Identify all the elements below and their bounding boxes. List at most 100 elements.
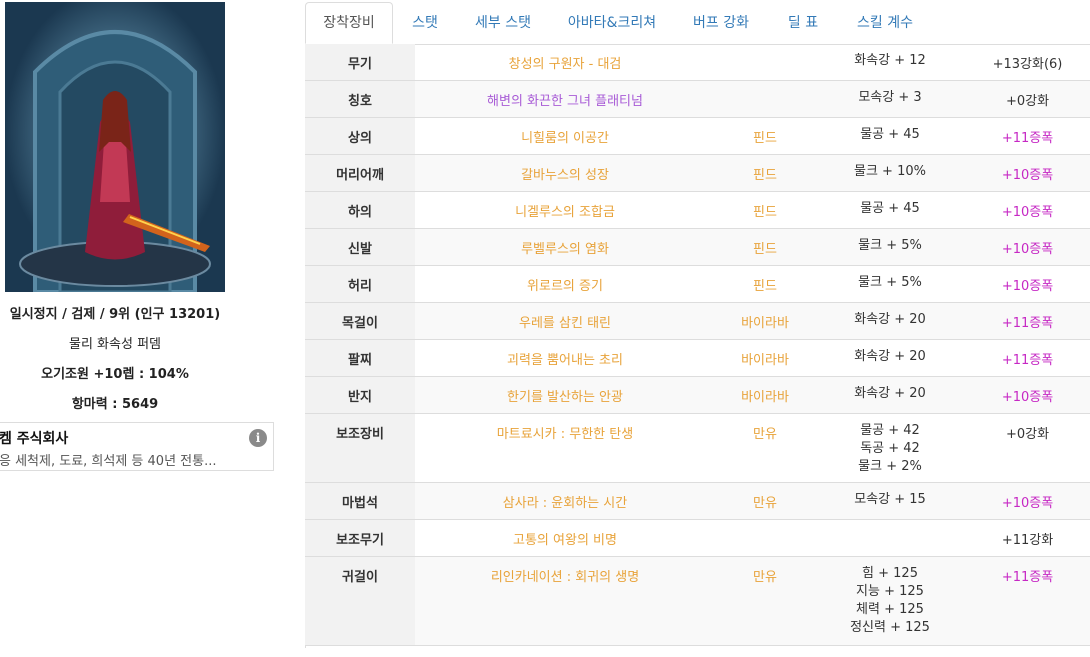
ad-title[interactable]: 켐 주식회사 xyxy=(0,428,68,448)
item-stats: 물공 + 45 xyxy=(815,126,965,144)
slot-label: 상의 xyxy=(348,131,372,146)
item-upgrade: +11증폭 xyxy=(1001,131,1054,146)
slot-label: 팔찌 xyxy=(348,353,372,368)
item-grade: 바이라바 xyxy=(741,390,789,405)
stat-line: 물공 + 42 xyxy=(860,423,920,438)
table-row: 보조무기 고통의 여왕의 비명 +11강화 xyxy=(305,520,1090,557)
stat-line: 독공 + 42 xyxy=(860,441,920,456)
stat-line: 물공 + 45 xyxy=(860,201,920,216)
tab-detail-stats[interactable]: 세부 스탯 xyxy=(467,2,539,44)
item-stats: 물크 + 5% xyxy=(815,274,965,292)
slot-label: 머리어깨 xyxy=(336,168,384,183)
item-grade: 만유 xyxy=(753,496,777,511)
item-name[interactable]: 우레를 삼킨 태린 xyxy=(415,312,715,331)
item-grade: 만유 xyxy=(753,570,777,585)
item-name[interactable]: 한기를 발산하는 안광 xyxy=(415,386,715,405)
table-row: 귀걸이 리인카네이션 : 회귀의 생명 만유 힘 + 125 지능 + 125 체력 + … xyxy=(305,557,1090,646)
equipment-slot: 보조무기 xyxy=(305,520,415,556)
item-name[interactable]: 갈바누스의 성장 xyxy=(415,164,715,183)
slot-label: 마법석 xyxy=(342,496,378,511)
stat-line: 물크 + 5% xyxy=(858,275,922,290)
tab-buff-enhance[interactable]: 버프 강화 xyxy=(685,2,757,44)
equipment-slot: 목걸이 xyxy=(305,303,415,339)
equipment-slot: 귀걸이 xyxy=(305,557,415,645)
item-name[interactable]: 고통의 여왕의 비명 xyxy=(415,529,715,548)
slot-label: 반지 xyxy=(348,390,372,405)
item-upgrade: +10증폭 xyxy=(1001,279,1054,294)
slot-label: 허리 xyxy=(348,279,372,294)
item-name[interactable]: 창성의 구원자 - 대검 xyxy=(415,53,715,72)
item-stats: 화속강 + 20 xyxy=(815,311,965,329)
table-row: 팔찌 괴력을 뿜어내는 초리 바이라바 화속강 + 20 +11증폭 xyxy=(305,340,1090,377)
tab-equipment[interactable]: 장착장비 xyxy=(305,2,393,44)
character-illustration xyxy=(5,2,225,292)
stat-line: 화속강 + 12 xyxy=(854,53,926,68)
equipment-slot: 보조장비 xyxy=(305,414,415,482)
item-name[interactable]: 니겔루스의 조합금 xyxy=(415,201,715,220)
table-row: 보조장비 마트료시카 : 무한한 탄생 만유 물공 + 42 독공 + 42 물크 + 2… xyxy=(305,414,1090,483)
item-grade: 핀드 xyxy=(753,279,777,294)
table-row: 하의 니겔루스의 조합금 핀드 물공 + 45 +10증폭 xyxy=(305,192,1090,229)
character-element: 물리 화속성 퍼뎀 xyxy=(69,337,161,352)
item-name[interactable]: 니힐룸의 이공간 xyxy=(415,127,715,146)
stat-line: 물크 + 10% xyxy=(854,164,926,179)
table-row: 반지 한기를 발산하는 안광 바이라바 화속강 + 20 +10증폭 xyxy=(305,377,1090,414)
equipment-slot: 신발 xyxy=(305,229,415,265)
equipment-slot: 반지 xyxy=(305,377,415,413)
slot-label: 하의 xyxy=(348,205,372,220)
table-row: 허리 위로르의 증기 핀드 물크 + 5% +10증폭 xyxy=(305,266,1090,303)
item-stats: 물크 + 10% xyxy=(815,163,965,181)
stat-line: 화속강 + 20 xyxy=(854,312,926,327)
ad-description[interactable]: 응 세척제, 도료, 희석제 등 40년 전통... xyxy=(0,450,216,469)
item-grade: 만유 xyxy=(753,427,777,442)
item-upgrade: +10증폭 xyxy=(1001,242,1054,257)
item-stats: 물공 + 42 독공 + 42 물크 + 2% xyxy=(815,422,965,476)
table-row: 신발 루벨루스의 염화 핀드 물크 + 5% +10증폭 xyxy=(305,229,1090,266)
equipment-slot: 하의 xyxy=(305,192,415,228)
item-name[interactable]: 삼사라 : 윤회하는 시간 xyxy=(415,492,715,511)
item-upgrade: +0강화 xyxy=(1005,94,1050,109)
character-portrait xyxy=(5,2,225,292)
tab-stats[interactable]: 스탯 xyxy=(401,2,449,44)
item-upgrade: +13강화(6) xyxy=(992,57,1063,72)
table-row: 무기 창성의 구원자 - 대검 화속강 + 12 +13강화(6) xyxy=(305,44,1090,81)
slot-label: 보조무기 xyxy=(336,533,384,548)
item-name[interactable]: 해변의 화끈한 그녀 플래티넘 xyxy=(415,90,715,109)
item-upgrade: +0강화 xyxy=(1005,427,1050,442)
item-name[interactable]: 마트료시카 : 무한한 탄생 xyxy=(415,423,715,442)
stat-line: 화속강 + 20 xyxy=(854,386,926,401)
item-grade: 바이라바 xyxy=(741,353,789,368)
stat-line: 체력 + 125 xyxy=(856,602,924,617)
equipment-slot: 머리어깨 xyxy=(305,155,415,191)
stat-line: 화속강 + 20 xyxy=(854,349,926,364)
tab-avatar-creature[interactable]: 아바타&크리쳐 xyxy=(557,2,667,44)
item-grade: 핀드 xyxy=(753,168,777,183)
ad-banner[interactable]: 켐 주식회사 응 세척제, 도료, 희석제 등 40년 전통... i xyxy=(0,422,274,471)
table-row: 상의 니힐룸의 이공간 핀드 물공 + 45 +11증폭 xyxy=(305,118,1090,155)
item-name[interactable]: 루벨루스의 염화 xyxy=(415,238,715,257)
slot-label: 귀걸이 xyxy=(342,570,378,585)
item-stats: 화속강 + 20 xyxy=(815,385,965,403)
item-upgrade: +10증폭 xyxy=(1001,496,1054,511)
equipment-table: 무기 창성의 구원자 - 대검 화속강 + 12 +13강화(6) 칭호 해변의 화끈한 … xyxy=(305,44,1090,646)
stat-line: 힘 + 125 xyxy=(862,566,918,581)
info-icon[interactable]: i xyxy=(249,429,267,447)
item-grade: 핀드 xyxy=(753,205,777,220)
character-resist: 항마력 : 5649 xyxy=(71,397,159,412)
stat-line: 물공 + 45 xyxy=(860,127,920,142)
item-upgrade: +11강화 xyxy=(1001,533,1054,548)
item-name[interactable]: 위로르의 증기 xyxy=(415,275,715,294)
item-stats: 모속강 + 3 xyxy=(815,89,965,107)
item-grade: 핀드 xyxy=(753,131,777,146)
item-name[interactable]: 괴력을 뿜어내는 초리 xyxy=(415,349,715,368)
item-upgrade: +10증폭 xyxy=(1001,390,1054,405)
character-buff: 오기조원 +10렙 : 104% xyxy=(41,367,189,382)
item-grade: 핀드 xyxy=(753,242,777,257)
stat-line: 물크 + 5% xyxy=(858,238,922,253)
item-name[interactable]: 리인카네이션 : 회귀의 생명 xyxy=(415,566,715,585)
tab-skill-coefficient[interactable]: 스킬 계수 xyxy=(845,2,925,44)
item-upgrade: +11증폭 xyxy=(1001,570,1054,585)
slot-label: 무기 xyxy=(348,57,372,72)
tab-damage-table[interactable]: 딜 표 xyxy=(775,2,831,44)
stat-line: 모속강 + 15 xyxy=(854,492,926,507)
